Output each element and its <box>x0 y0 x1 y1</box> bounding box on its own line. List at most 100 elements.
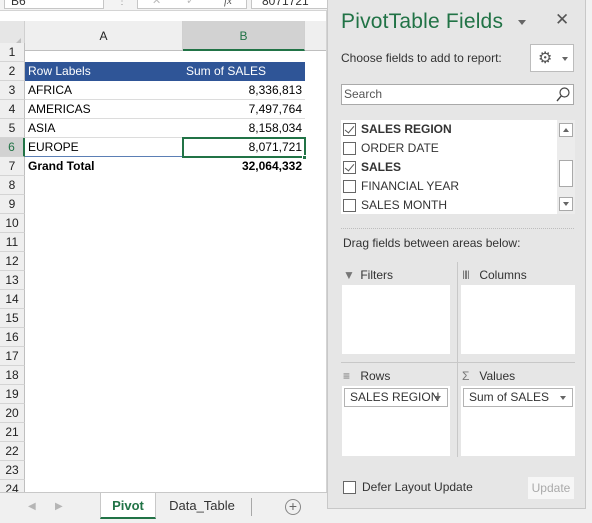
field-label: SALES <box>361 160 402 174</box>
row-header[interactable]: 23 <box>0 461 25 480</box>
rows-label: Rows <box>360 369 391 383</box>
defer-layout-checkbox[interactable] <box>343 481 356 494</box>
rows-drop-zone[interactable]: SALES REGION <box>342 386 450 456</box>
field-label: SALES MONTH <box>361 198 448 212</box>
search-icon[interactable] <box>556 87 570 103</box>
field-checkbox[interactable] <box>343 199 356 212</box>
chevron-down-icon[interactable] <box>435 396 441 400</box>
field-checkbox[interactable] <box>343 123 356 136</box>
row-header[interactable]: 1 <box>0 43 25 62</box>
update-button[interactable]: Update <box>528 477 574 499</box>
field-checkbox[interactable] <box>343 180 356 193</box>
tab-scroll-right-icon[interactable]: ▶ <box>55 501 63 512</box>
close-icon[interactable]: ✕ <box>555 10 569 30</box>
sheet-grid: A B 1 2 3 4 5 6 7 8 9 10 11 12 13 14 15 16 17 18 19 20 21 22 2… <box>0 11 327 492</box>
row-labels-text: Row Labels <box>28 64 91 78</box>
row-header[interactable]: 19 <box>0 385 25 404</box>
pivot-row-label[interactable]: AMERICAS <box>25 100 183 119</box>
row-header[interactable]: 15 <box>0 309 25 328</box>
pivot-row-value[interactable]: 7,497,764 <box>183 100 305 119</box>
row-header[interactable]: 20 <box>0 404 25 423</box>
row-header[interactable]: 9 <box>0 195 25 214</box>
pivot-header-row-labels[interactable]: Row Labels <box>25 62 183 81</box>
field-list-scrollbar[interactable] <box>557 120 575 214</box>
field-search-input[interactable]: Search <box>341 84 574 105</box>
tab-scroll-left-icon[interactable]: ◀ <box>28 501 36 512</box>
filters-area[interactable]: ▼ Filters <box>340 265 455 357</box>
pivot-row-value[interactable]: 8,158,034 <box>183 119 305 138</box>
row-header[interactable]: 24 <box>0 480 25 492</box>
field-item-sales-month[interactable]: SALES MONTH <box>341 196 556 215</box>
column-header-b[interactable]: B <box>183 21 305 51</box>
row-header[interactable]: 11 <box>0 233 25 252</box>
row-header[interactable]: 12 <box>0 252 25 271</box>
field-checkbox[interactable] <box>343 142 356 155</box>
check-icon[interactable]: ✓ <box>186 0 195 7</box>
row-header[interactable]: 17 <box>0 347 25 366</box>
field-checkbox[interactable] <box>343 161 356 174</box>
field-label: FINANCIAL YEAR <box>361 179 460 193</box>
pivot-header-sum-of-sales[interactable]: Sum of SALES <box>183 62 305 81</box>
grand-total-label[interactable]: Grand Total <box>25 157 183 176</box>
values-field-sum-of-sales[interactable]: Sum of SALES <box>463 388 573 407</box>
scroll-down-icon[interactable] <box>559 197 573 211</box>
rows-field-sales-region[interactable]: SALES REGION <box>344 388 448 407</box>
pivot-row-label[interactable]: EUROPE <box>25 138 183 157</box>
pivot-row-value[interactable]: 8,071,721 <box>183 138 305 157</box>
pivot-row-label[interactable]: ASIA <box>25 119 183 138</box>
field-item-sales-region[interactable]: SALES REGION <box>341 120 556 139</box>
row-header[interactable]: 4 <box>0 100 25 119</box>
scroll-up-icon[interactable] <box>559 123 573 137</box>
row-header[interactable]: 8 <box>0 176 25 195</box>
tools-button[interactable]: ⚙ <box>530 44 574 72</box>
name-box[interactable]: B6 <box>4 0 104 9</box>
values-area[interactable]: Σ Values Sum of SALES <box>459 366 577 458</box>
sheet-tab-pivot[interactable]: Pivot <box>100 493 156 519</box>
row-header[interactable]: 14 <box>0 290 25 309</box>
values-drop-zone[interactable]: Sum of SALES <box>461 386 575 456</box>
section-divider <box>341 228 574 229</box>
pane-options-chevron-icon[interactable] <box>518 20 526 25</box>
add-sheet-button[interactable]: + <box>285 499 301 515</box>
columns-area-header: ‖‖ Columns <box>462 265 527 285</box>
defer-layout-label[interactable]: Defer Layout Update <box>362 480 473 494</box>
pivot-row-label[interactable]: AFRICA <box>25 81 183 100</box>
sheet-tab-data-table[interactable]: Data_Table <box>157 493 247 519</box>
field-item-sales[interactable]: SALES <box>341 158 556 177</box>
row-header[interactable]: 6 <box>0 138 25 157</box>
grand-total-value[interactable]: 32,064,332 <box>183 157 305 176</box>
status-strip <box>327 509 592 523</box>
columns-drop-zone[interactable] <box>461 285 575 354</box>
row-header[interactable]: 7 <box>0 157 25 176</box>
row-header[interactable]: 3 <box>0 81 25 100</box>
field-item-financial-year[interactable]: FINANCIAL YEAR <box>341 177 556 196</box>
row-header[interactable]: 21 <box>0 423 25 442</box>
columns-label: Columns <box>479 268 527 282</box>
column-header-a[interactable]: A <box>25 21 183 51</box>
fill-handle[interactable] <box>302 155 307 160</box>
row-header[interactable]: 10 <box>0 214 25 233</box>
row-header[interactable]: 18 <box>0 366 25 385</box>
values-area-header: Σ Values <box>462 366 515 386</box>
pivot-row-value[interactable]: 8,336,813 <box>183 81 305 100</box>
x-icon[interactable]: ✕ <box>152 0 161 7</box>
area-vertical-divider <box>457 262 458 457</box>
rows-area[interactable]: ≡ Rows SALES REGION <box>340 366 455 458</box>
filters-drop-zone[interactable] <box>342 285 450 354</box>
columns-area[interactable]: ‖‖ Columns <box>459 265 577 357</box>
row-header[interactable]: 22 <box>0 442 25 461</box>
column-header-c[interactable] <box>305 21 327 51</box>
row-header[interactable]: 16 <box>0 328 25 347</box>
sheet-tab-bar: ◀ ▶ Pivot Data_Table + <box>0 492 327 523</box>
funnel-icon: ▼ <box>343 268 355 282</box>
scrollbar-thumb[interactable] <box>559 160 573 187</box>
row-header[interactable]: 13 <box>0 271 25 290</box>
search-placeholder: Search <box>344 87 383 101</box>
row-header[interactable]: 5 <box>0 119 25 138</box>
row-header[interactable]: 2 <box>0 62 25 81</box>
fx-icon[interactable]: fx <box>224 0 232 7</box>
chevron-down-icon[interactable] <box>560 396 566 400</box>
field-label: SALES REGION <box>361 122 452 136</box>
area-horizontal-divider <box>341 362 575 363</box>
field-item-order-date[interactable]: ORDER DATE <box>341 139 556 158</box>
